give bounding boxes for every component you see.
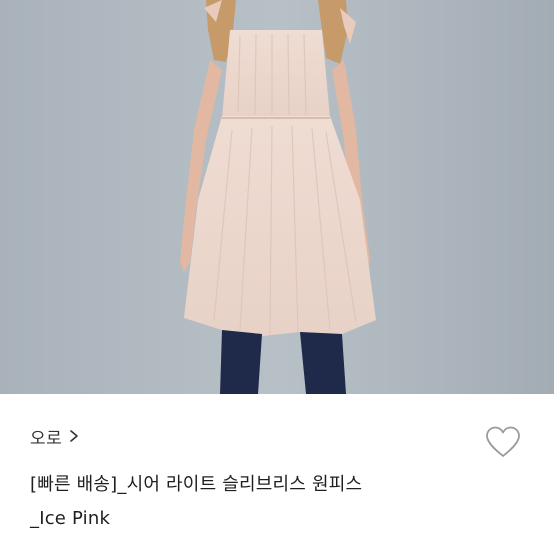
wishlist-heart-icon[interactable] <box>484 425 522 459</box>
product-photo-illustration <box>0 0 554 394</box>
product-image[interactable] <box>0 0 554 394</box>
product-title[interactable]: [빠른 배송]_시어 라이트 슬리브리스 원피스 _Ice Pink <box>30 468 530 536</box>
chevron-right-icon <box>70 430 79 442</box>
product-info-panel: 오로 [빠른 배송]_시어 라이트 슬리브리스 원피스 _Ice Pink <box>0 394 554 554</box>
brand-link[interactable]: 오로 <box>30 425 80 449</box>
brand-name: 오로 <box>30 428 63 449</box>
product-title-line: _Ice Pink <box>30 508 111 529</box>
product-title-line: [빠른 배송]_시어 라이트 슬리브리스 원피스 <box>30 474 363 495</box>
